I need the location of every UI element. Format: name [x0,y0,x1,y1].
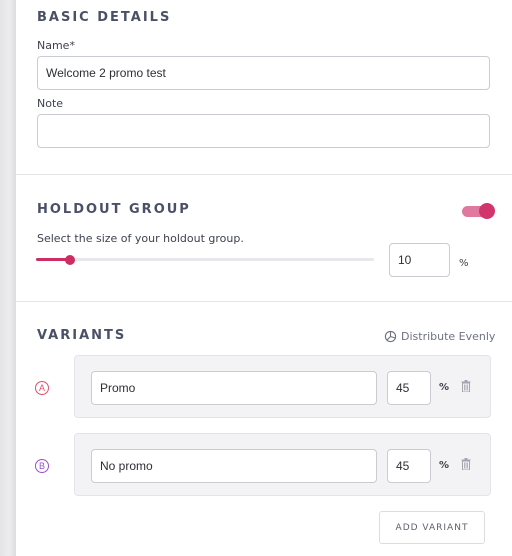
variant-card: No promo 45 % [74,433,491,496]
holdout-group-heading: HOLDOUT GROUP [37,202,191,217]
holdout-toggle[interactable] [462,202,495,220]
variant-percent-value: 45 [396,459,410,473]
note-label: Note [37,97,64,110]
holdout-size-value: 10 [398,253,412,267]
slider-thumb[interactable] [64,255,75,265]
holdout-percent-sign: % [459,258,469,269]
variant-name-input[interactable]: No promo [91,449,377,483]
variant-b-badge: B [35,459,49,473]
variant-percent-input[interactable]: 45 [387,371,431,405]
variant-a-badge: A [35,381,49,395]
variants-heading: VARIANTS [37,328,127,343]
name-field[interactable]: Welcome 2 promo test [37,56,490,90]
name-field-value: Welcome 2 promo test [46,66,166,80]
variant-percent-sign: % [439,460,450,471]
holdout-description: Select the size of your holdout group. [37,232,244,245]
holdout-size-input[interactable]: 10 [389,243,450,277]
basic-details-heading: BASIC DETAILS [37,10,172,25]
variant-name-value: Promo [100,381,136,395]
add-variant-label: ADD VARIANT [395,522,469,533]
trash-icon[interactable] [461,458,471,470]
variant-percent-sign: % [439,382,450,393]
section-divider [16,174,512,175]
distribute-evenly-label: Distribute Evenly [401,330,496,343]
left-panel-edge [0,0,16,556]
variant-card: Promo 45 % [74,355,491,418]
variant-name-value: No promo [100,459,153,473]
variant-percent-value: 45 [396,381,410,395]
variant-name-input[interactable]: Promo [91,371,377,405]
note-field[interactable] [37,114,490,148]
distribute-evenly-button[interactable]: Distribute Evenly [384,330,495,343]
holdout-size-slider[interactable] [36,253,376,267]
pie-chart-icon [384,330,397,343]
variant-percent-input[interactable]: 45 [387,449,431,483]
add-variant-button[interactable]: ADD VARIANT [379,511,485,544]
slider-track [36,258,374,261]
trash-icon[interactable] [461,380,471,392]
toggle-knob [479,203,495,219]
name-label: Name* [37,39,75,52]
section-divider [16,301,512,302]
